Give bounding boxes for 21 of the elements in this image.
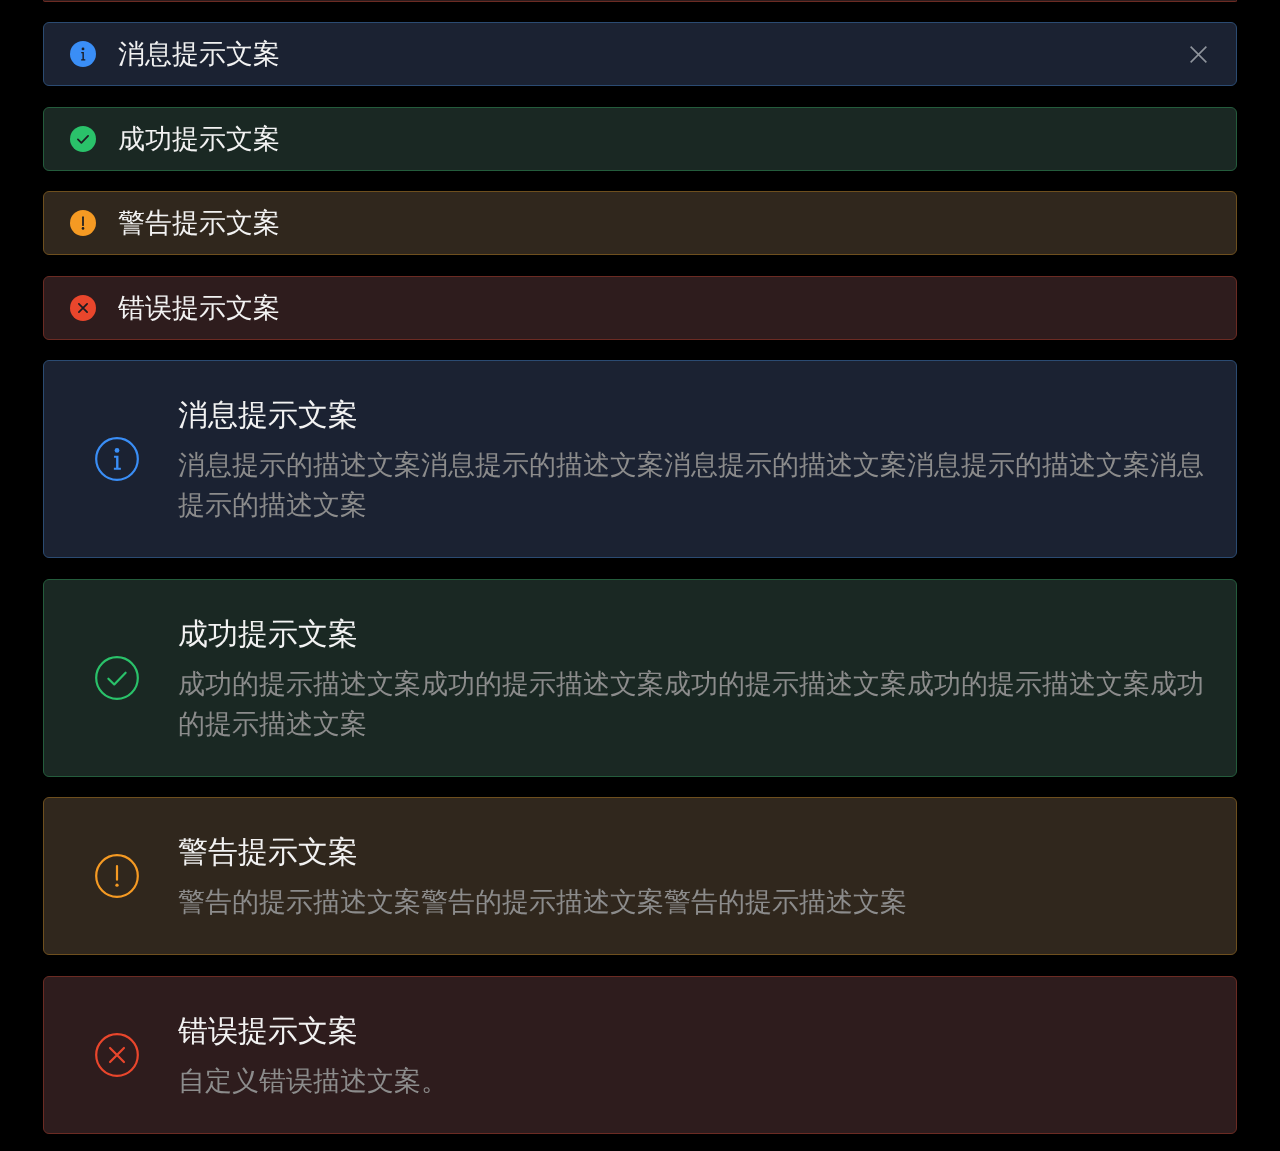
info-icon [95,437,139,481]
alert-description: 成功的提示描述文案成功的提示描述文案成功的提示描述文案成功的提示描述文案成功的提示描述文案 [178,667,1205,741]
warning-icon [70,210,96,236]
alert-title: 消息提示文案 [178,397,358,433]
warning-icon [95,854,139,898]
alert-title: 成功提示文案 [178,615,358,652]
alert-title: 成功提示文案 [118,122,280,156]
alert-title: 警告提示文案 [118,207,280,240]
check-icon [70,125,96,152]
info-icon [70,41,96,67]
close-icon[interactable] [1190,45,1207,63]
error-icon [70,294,96,321]
alert-title: 消息提示文案 [118,38,280,71]
check-icon [95,655,139,700]
alert-title: 错误提示文案 [118,291,280,325]
error-icon [95,1032,139,1077]
alert-title: 警告提示文案 [178,834,358,870]
alert-title: 错误提示文案 [178,1012,358,1049]
alert-description: 警告的提示描述文案警告的提示描述文案警告的提示描述文案 [178,886,907,919]
alert-description: 消息提示的描述文案消息提示的描述文案消息提示的描述文案消息提示的描述文案消息提示的描述文案 [178,449,1205,522]
alert-description: 自定义错误描述文案。 [178,1064,448,1098]
